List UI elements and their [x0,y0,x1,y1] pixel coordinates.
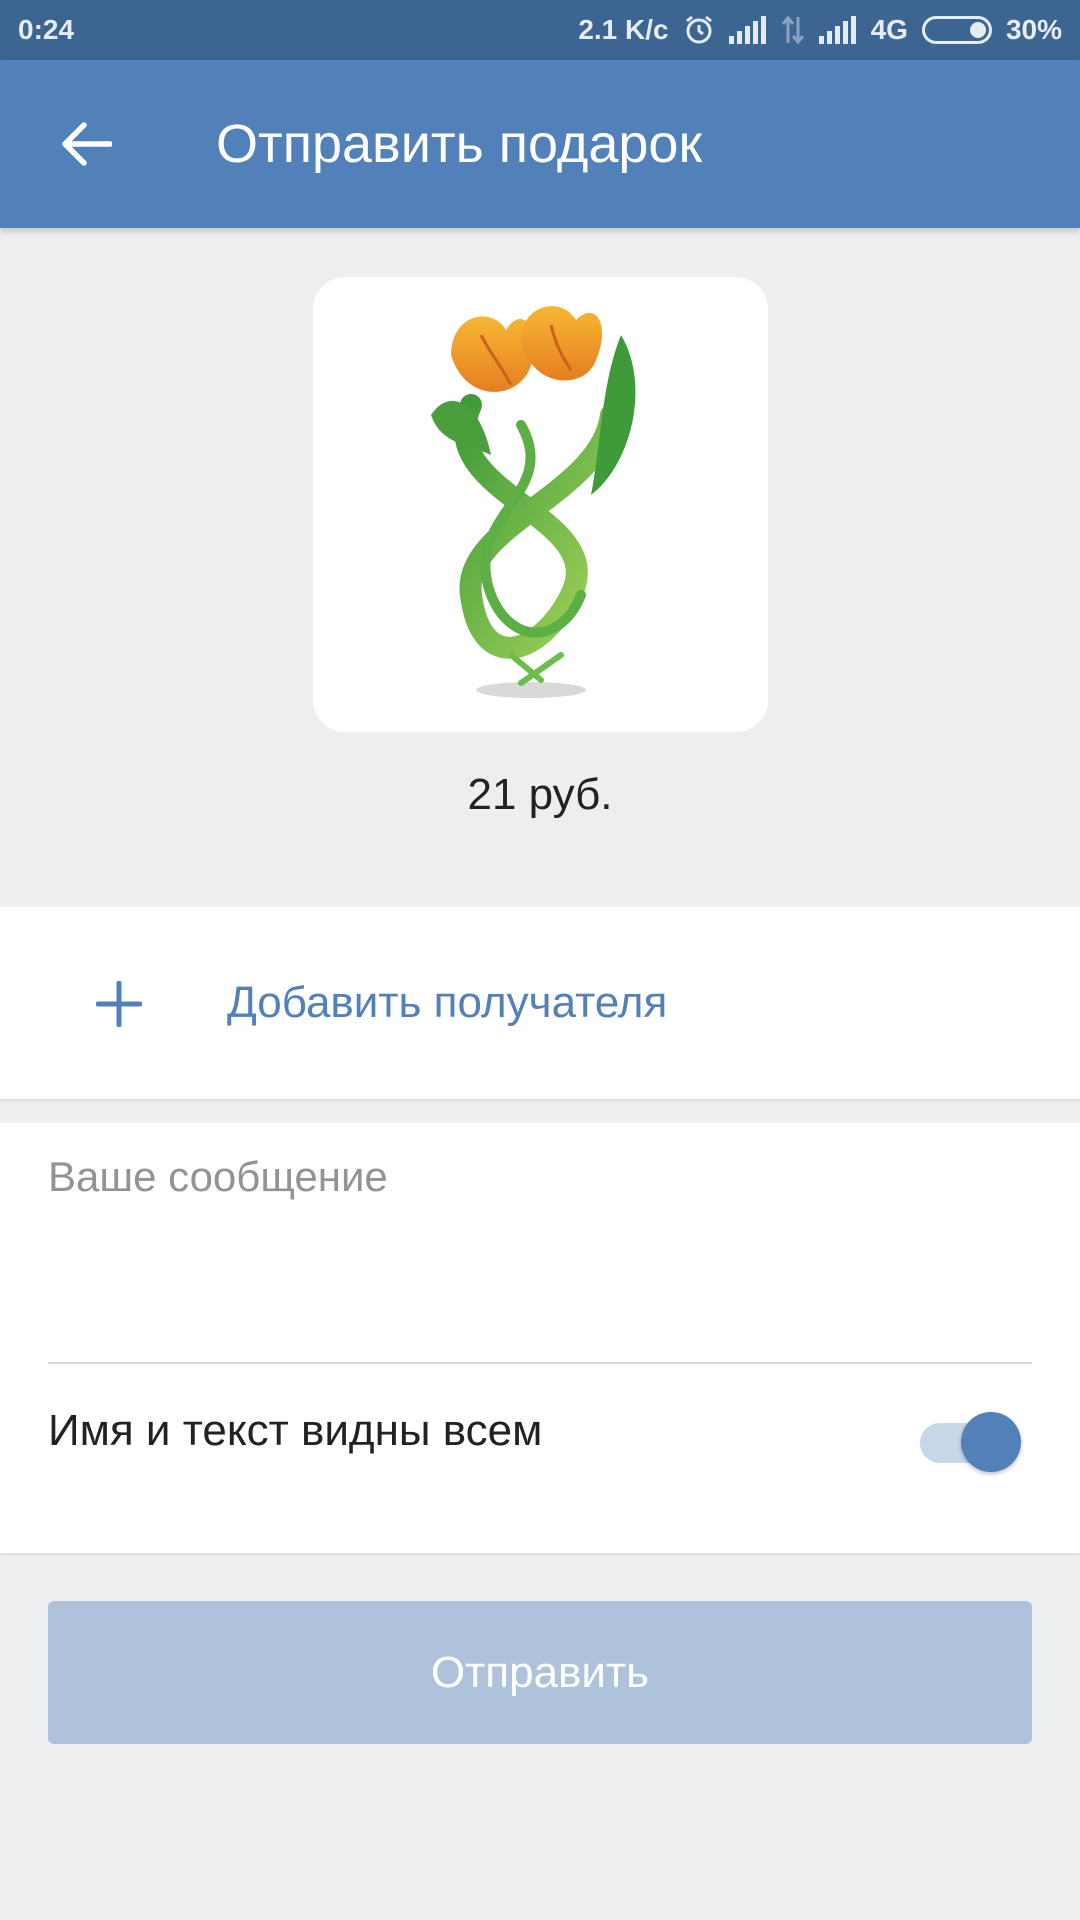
privacy-label: Имя и текст видны всем [48,1406,543,1455]
page-title: Отправить подарок [216,114,703,174]
gift-image [430,305,635,698]
privacy-toggle[interactable] [920,1412,1021,1472]
back-button[interactable] [54,112,118,176]
status-indicators: 2.1 K/c 4G 30% [578,14,1062,46]
alarm-icon [683,14,715,46]
data-transfer-icon [781,15,805,45]
arrow-left-icon [62,122,112,166]
plus-icon [96,981,142,1027]
battery-icon [921,16,992,44]
network-speed: 2.1 K/c [578,14,669,45]
send-button[interactable]: Отправить [48,1601,1032,1744]
add-recipient-label: Добавить получателя [227,978,668,1027]
app-header: Отправить подарок [0,60,1080,228]
divider [48,1362,1032,1364]
status-time: 0:24 [18,14,75,45]
message-input[interactable] [48,1153,1032,1293]
add-recipient-button[interactable]: Добавить получателя [0,907,1080,1099]
gift-price: 21 руб. [467,770,613,819]
signal-icon [728,16,767,44]
battery-level: 30% [1005,14,1062,45]
network-type: 4G [870,14,908,45]
status-bar: 0:24 2.1 K/c 4G 30% [0,0,1080,60]
toggle-thumb [961,1412,1021,1472]
message-section [0,1123,1080,1553]
signal-icon [818,16,857,44]
gift-preview [313,277,768,732]
